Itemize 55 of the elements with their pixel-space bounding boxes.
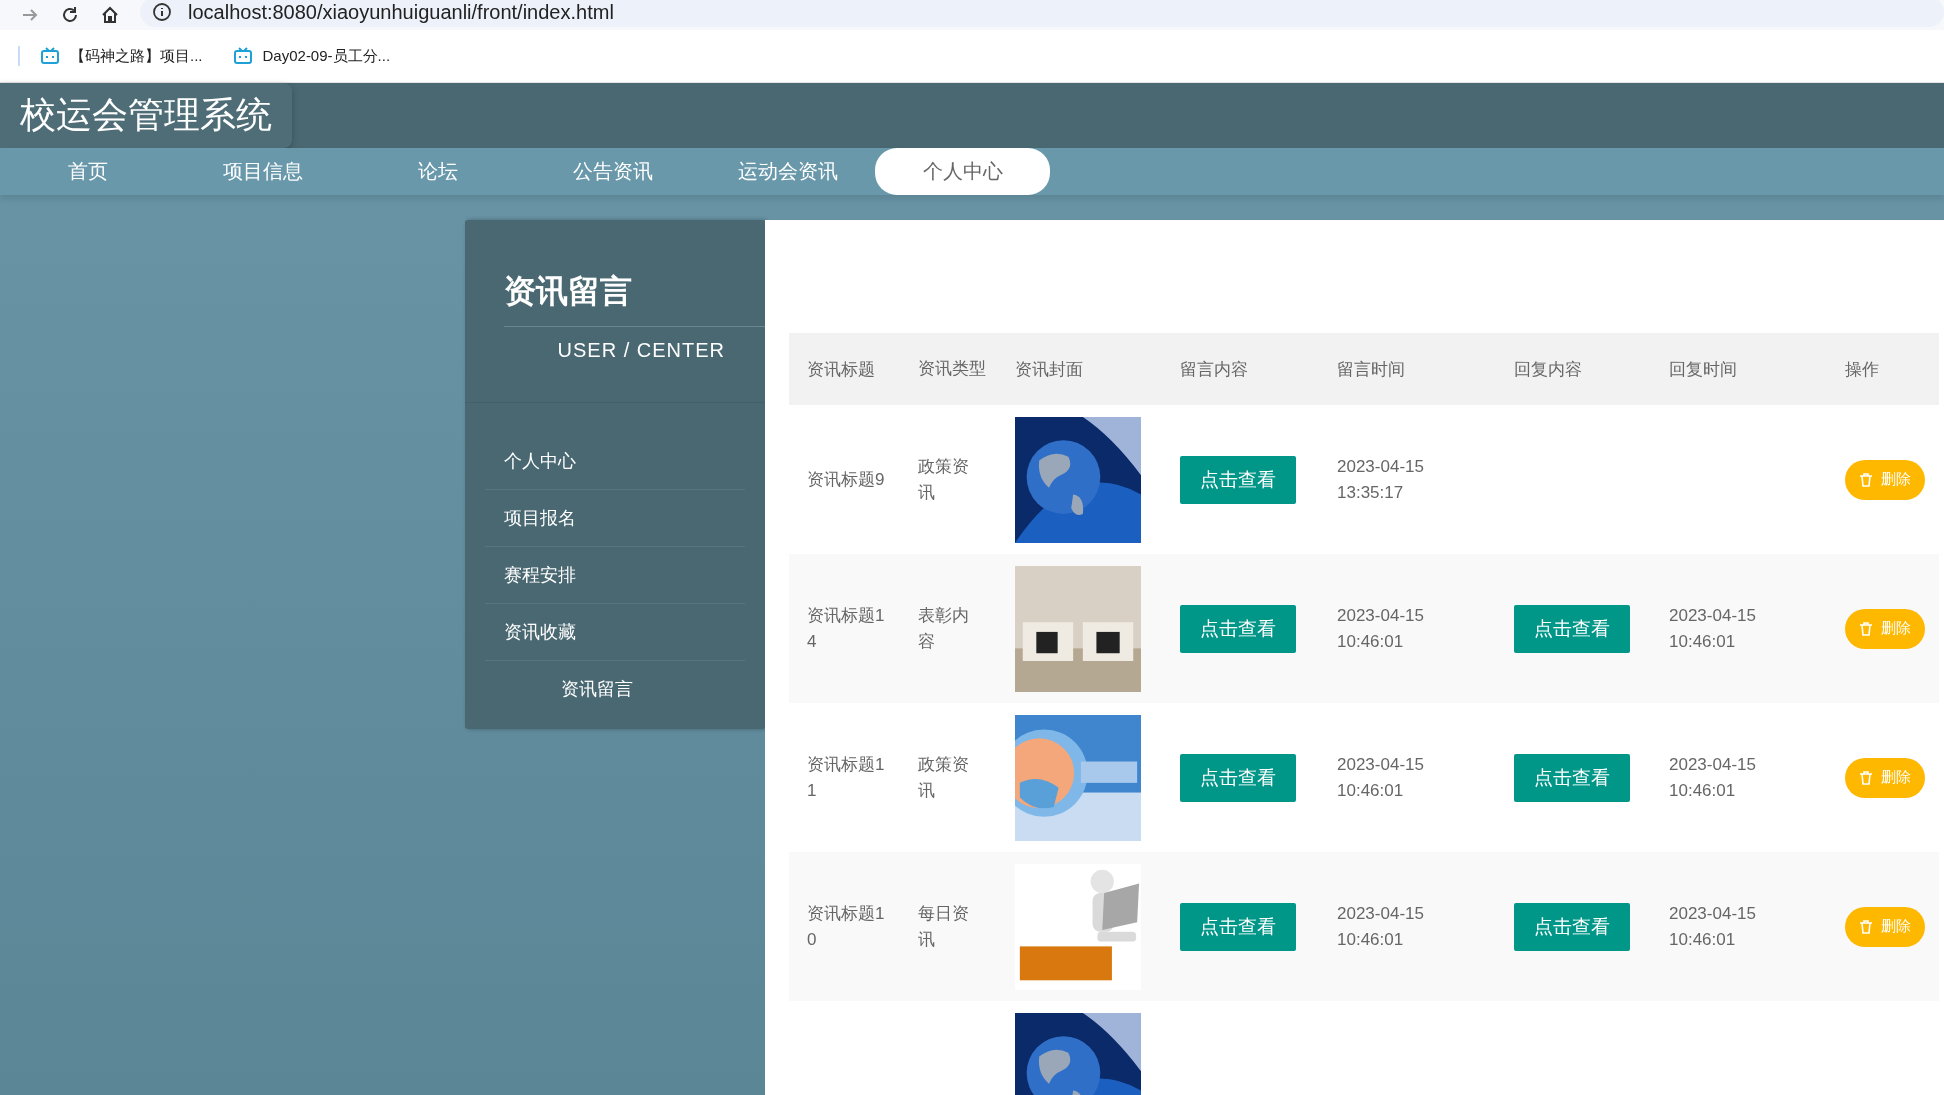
view-button[interactable]: 点击查看 [1180, 902, 1296, 951]
table-cell-text: 每日资讯 [918, 902, 970, 951]
table-cell-text: 资讯标题11 [807, 753, 885, 802]
table-cell-text: 2023-04-15 10:46:01 [1669, 902, 1757, 951]
nav-tab[interactable]: 首页 [0, 148, 175, 195]
bookmark[interactable]: 【码神之路】项目... [40, 46, 203, 66]
sidebar-item[interactable]: 赛程安排 [485, 547, 745, 604]
nav-tab[interactable]: 项目信息 [175, 148, 350, 195]
column-header: 回复时间 [1651, 333, 1827, 405]
bookmark[interactable]: Day02-09-员工分... [232, 46, 391, 66]
trash-icon [1859, 621, 1873, 636]
nav-tab[interactable]: 论坛 [350, 148, 525, 195]
table-cell-text: 表彰内容 [918, 604, 970, 653]
table-cell-text: 资讯标题10 [807, 902, 885, 951]
table-cell-text: 资讯标题14 [807, 604, 885, 653]
column-header: 资讯类型 [900, 333, 997, 405]
table-cell-text: 政策资讯 [918, 455, 970, 504]
column-header: 留言内容 [1162, 333, 1319, 405]
sidebar-item[interactable]: 个人中心 [485, 433, 745, 490]
sidebar-item[interactable]: 项目报名 [485, 490, 745, 547]
trash-icon [1859, 472, 1873, 487]
view-button[interactable]: 点击查看 [1514, 902, 1630, 951]
tv-icon [40, 46, 60, 66]
info-icon[interactable] [152, 2, 172, 22]
reload-icon[interactable] [60, 5, 80, 25]
home-icon[interactable] [100, 5, 120, 25]
sidebar-subtitle: USER / CENTER [556, 338, 726, 362]
column-header: 资讯封面 [997, 333, 1162, 405]
column-header: 回复内容 [1496, 333, 1651, 405]
sidebar-item[interactable]: 资讯收藏 [485, 604, 745, 661]
nav-tab[interactable]: 公告资讯 [525, 148, 700, 195]
site-title: 校运会管理系统 [0, 83, 292, 148]
table-cell-text: 资讯标题9 [807, 468, 885, 491]
view-button[interactable]: 点击查看 [1180, 604, 1296, 653]
column-header: 操作 [1827, 333, 1939, 405]
table-cell-text: 2023-04-15 10:46:01 [1669, 604, 1757, 653]
view-button[interactable]: 点击查看 [1180, 753, 1296, 802]
column-header: 资讯标题 [789, 333, 900, 405]
address-bar[interactable]: localhost:8080/xiaoyunhuiguanli/front/index.html [140, 0, 1944, 27]
view-button[interactable]: 点击查看 [1180, 455, 1296, 504]
table-cell-text: 2023-04-15 13:35:17 [1337, 455, 1425, 504]
tv-icon [232, 46, 253, 66]
column-header: 留言时间 [1319, 333, 1496, 405]
table-cell-text: 2023-04-15 10:46:01 [1337, 604, 1425, 653]
table-cell-text: 2023-04-15 10:46:01 [1337, 902, 1425, 951]
view-button[interactable]: 点击查看 [1514, 753, 1630, 802]
table-cell-text: 2023-04-15 10:46:01 [1669, 753, 1757, 802]
table-cell-text: 2023-04-15 10:46:01 [1337, 753, 1425, 802]
trash-icon [1859, 770, 1873, 785]
trash-icon [1859, 919, 1873, 934]
view-button[interactable]: 点击查看 [1514, 604, 1630, 653]
nav-tab[interactable]: 个人中心 [875, 148, 1050, 195]
sidebar-item[interactable]: 资讯留言 [485, 661, 745, 717]
nav-tab[interactable]: 运动会资讯 [700, 148, 875, 195]
table-cell-text: 政策资讯 [918, 753, 970, 802]
